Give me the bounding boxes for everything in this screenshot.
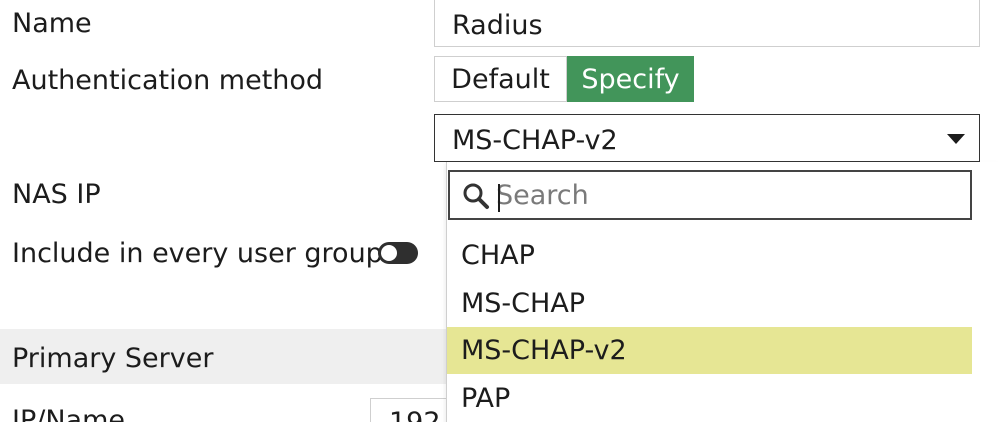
auth-default-button[interactable]: Default bbox=[434, 56, 567, 102]
primary-server-title: Primary Server bbox=[12, 343, 214, 374]
ip-name-value: 192 bbox=[389, 407, 441, 422]
radius-server-form: Name Radius Authentication method Defaul… bbox=[0, 0, 998, 422]
ip-name-label: IP/Name bbox=[12, 405, 125, 422]
dropdown-option-chap[interactable]: CHAP bbox=[447, 232, 972, 279]
auth-specify-button[interactable]: Specify bbox=[567, 56, 694, 102]
text-cursor bbox=[498, 184, 500, 212]
chevron-down-icon bbox=[947, 134, 965, 144]
include-user-group-label: Include in every user group bbox=[12, 238, 383, 269]
auth-method-dropdown: CHAP MS-CHAP MS-CHAP-v2 PAP bbox=[446, 162, 998, 422]
auth-method-value: MS-CHAP-v2 bbox=[452, 125, 618, 156]
dropdown-option-ms-chap[interactable]: MS-CHAP bbox=[447, 280, 972, 327]
dropdown-option-ms-chap-v2[interactable]: MS-CHAP-v2 bbox=[447, 327, 972, 374]
auth-method-label: Authentication method bbox=[12, 65, 324, 96]
name-value: Radius bbox=[452, 10, 543, 41]
name-input[interactable]: Radius bbox=[434, 0, 980, 47]
auth-method-select[interactable]: MS-CHAP-v2 bbox=[434, 114, 980, 162]
name-label: Name bbox=[12, 8, 92, 39]
search-input[interactable] bbox=[496, 178, 956, 212]
dropdown-option-pap[interactable]: PAP bbox=[447, 375, 972, 422]
dropdown-search-box[interactable] bbox=[448, 170, 972, 220]
toggle-knob bbox=[381, 245, 397, 261]
nas-ip-label: NAS IP bbox=[12, 179, 101, 210]
search-icon bbox=[463, 183, 489, 209]
include-user-group-toggle[interactable] bbox=[378, 242, 418, 264]
